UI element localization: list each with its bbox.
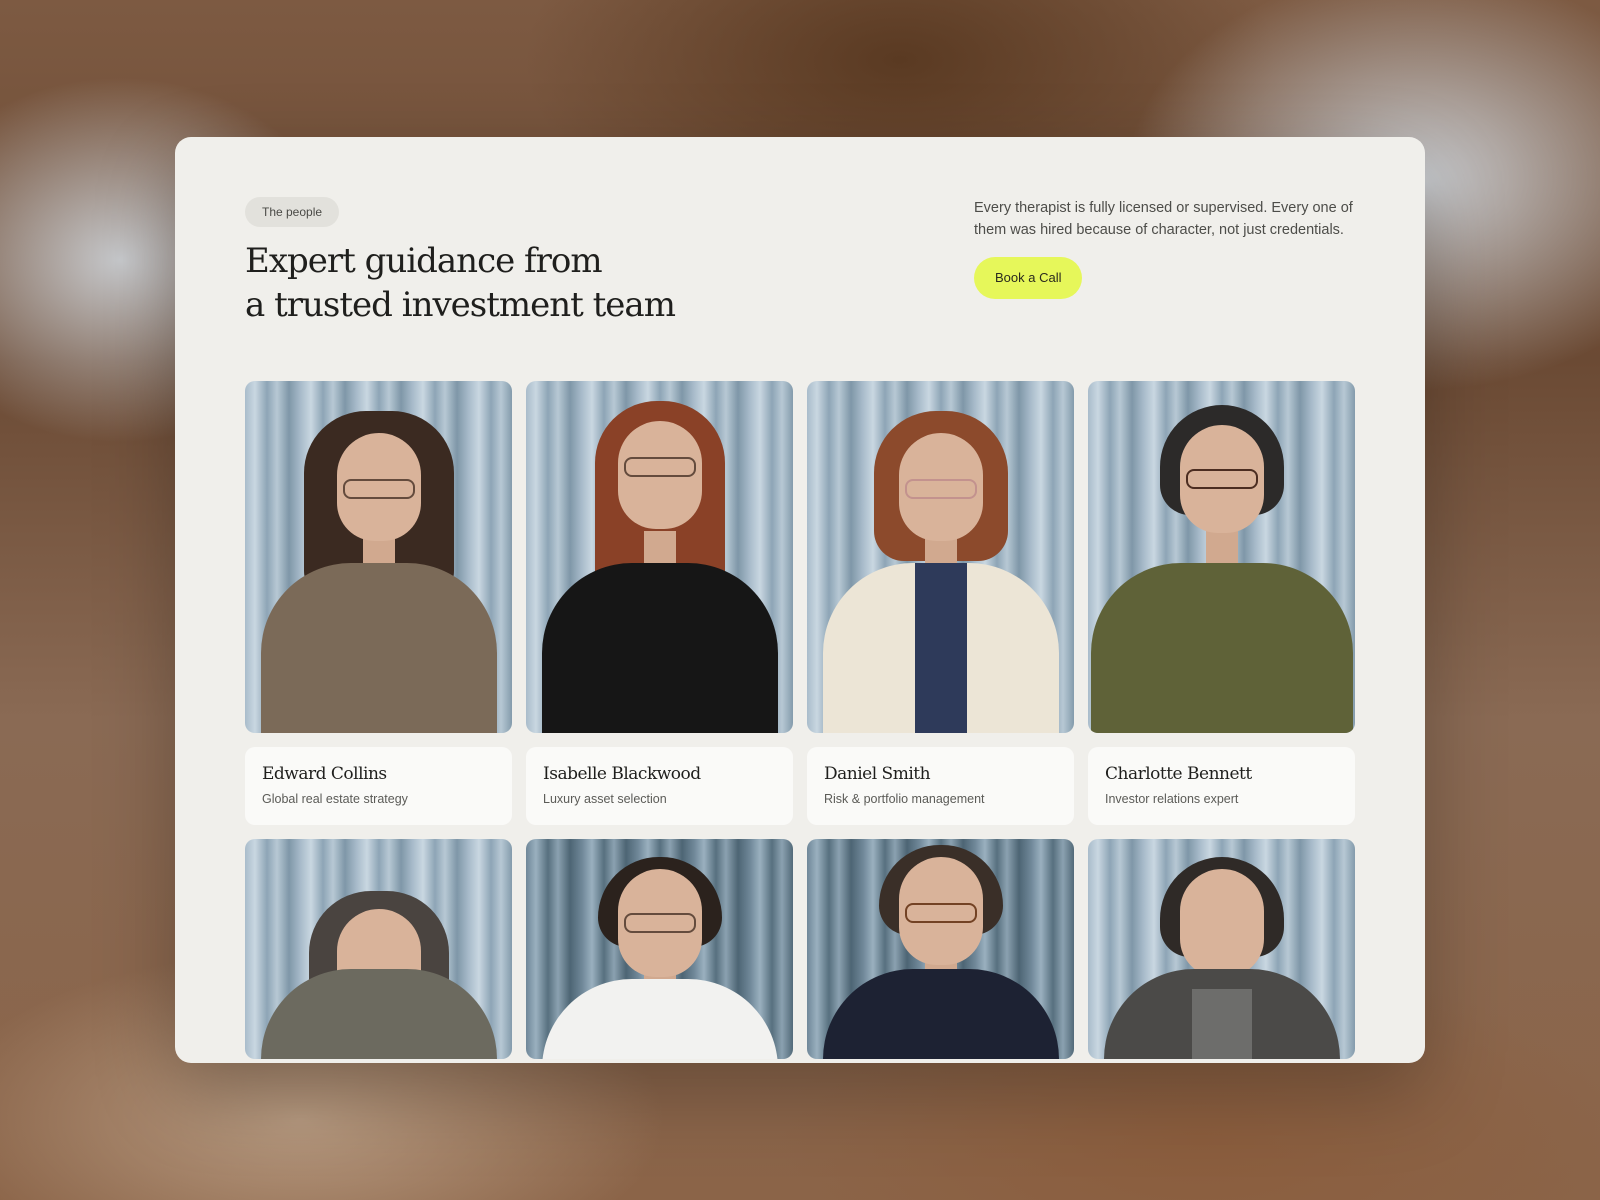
portrait-man-white-shirt[interactable] xyxy=(526,839,793,1059)
member-name: Edward Collins xyxy=(262,764,387,784)
title-line-2: a trusted investment team xyxy=(245,285,676,325)
portrait-man-gray-beard[interactable] xyxy=(1088,839,1355,1059)
team-grid: Edward Collins Global real estate strate… xyxy=(245,381,1356,1059)
portrait-woman-gray-hair[interactable] xyxy=(245,839,512,1059)
member-role: Luxury asset selection xyxy=(543,792,667,806)
member-name: Isabelle Blackwood xyxy=(543,764,701,784)
portrait-woman-curly-dark-hair[interactable] xyxy=(245,381,512,733)
team-member-card[interactable]: Edward Collins Global real estate strate… xyxy=(245,747,512,825)
portrait-woman-auburn-hair[interactable] xyxy=(807,381,1074,733)
team-member-card[interactable]: Charlotte Bennett Investor relations exp… xyxy=(1088,747,1355,825)
member-role: Global real estate strategy xyxy=(262,792,408,806)
member-name: Daniel Smith xyxy=(824,764,931,784)
title-line-1: Expert guidance from xyxy=(245,241,603,281)
team-member-card[interactable]: Isabelle Blackwood Luxury asset selectio… xyxy=(526,747,793,825)
member-name: Charlotte Bennett xyxy=(1105,764,1252,784)
section-title: Expert guidance from a trusted investmen… xyxy=(245,239,765,327)
team-section-card: The people Expert guidance from a truste… xyxy=(175,137,1425,1063)
portrait-woman-red-hair[interactable] xyxy=(526,381,793,733)
member-role: Risk & portfolio management xyxy=(824,792,985,806)
book-call-button[interactable]: Book a Call xyxy=(974,257,1083,299)
section-description: Every therapist is fully licensed or sup… xyxy=(974,200,1353,238)
portrait-man-olive-polo[interactable] xyxy=(1088,381,1355,733)
team-member-card[interactable]: Daniel Smith Risk & portfolio management xyxy=(807,747,1074,825)
member-role: Investor relations expert xyxy=(1105,792,1239,806)
section-tag: The people xyxy=(245,197,340,227)
section-header: The people Expert guidance from a truste… xyxy=(245,197,1355,397)
portrait-man-navy-polo[interactable] xyxy=(807,839,1074,1059)
